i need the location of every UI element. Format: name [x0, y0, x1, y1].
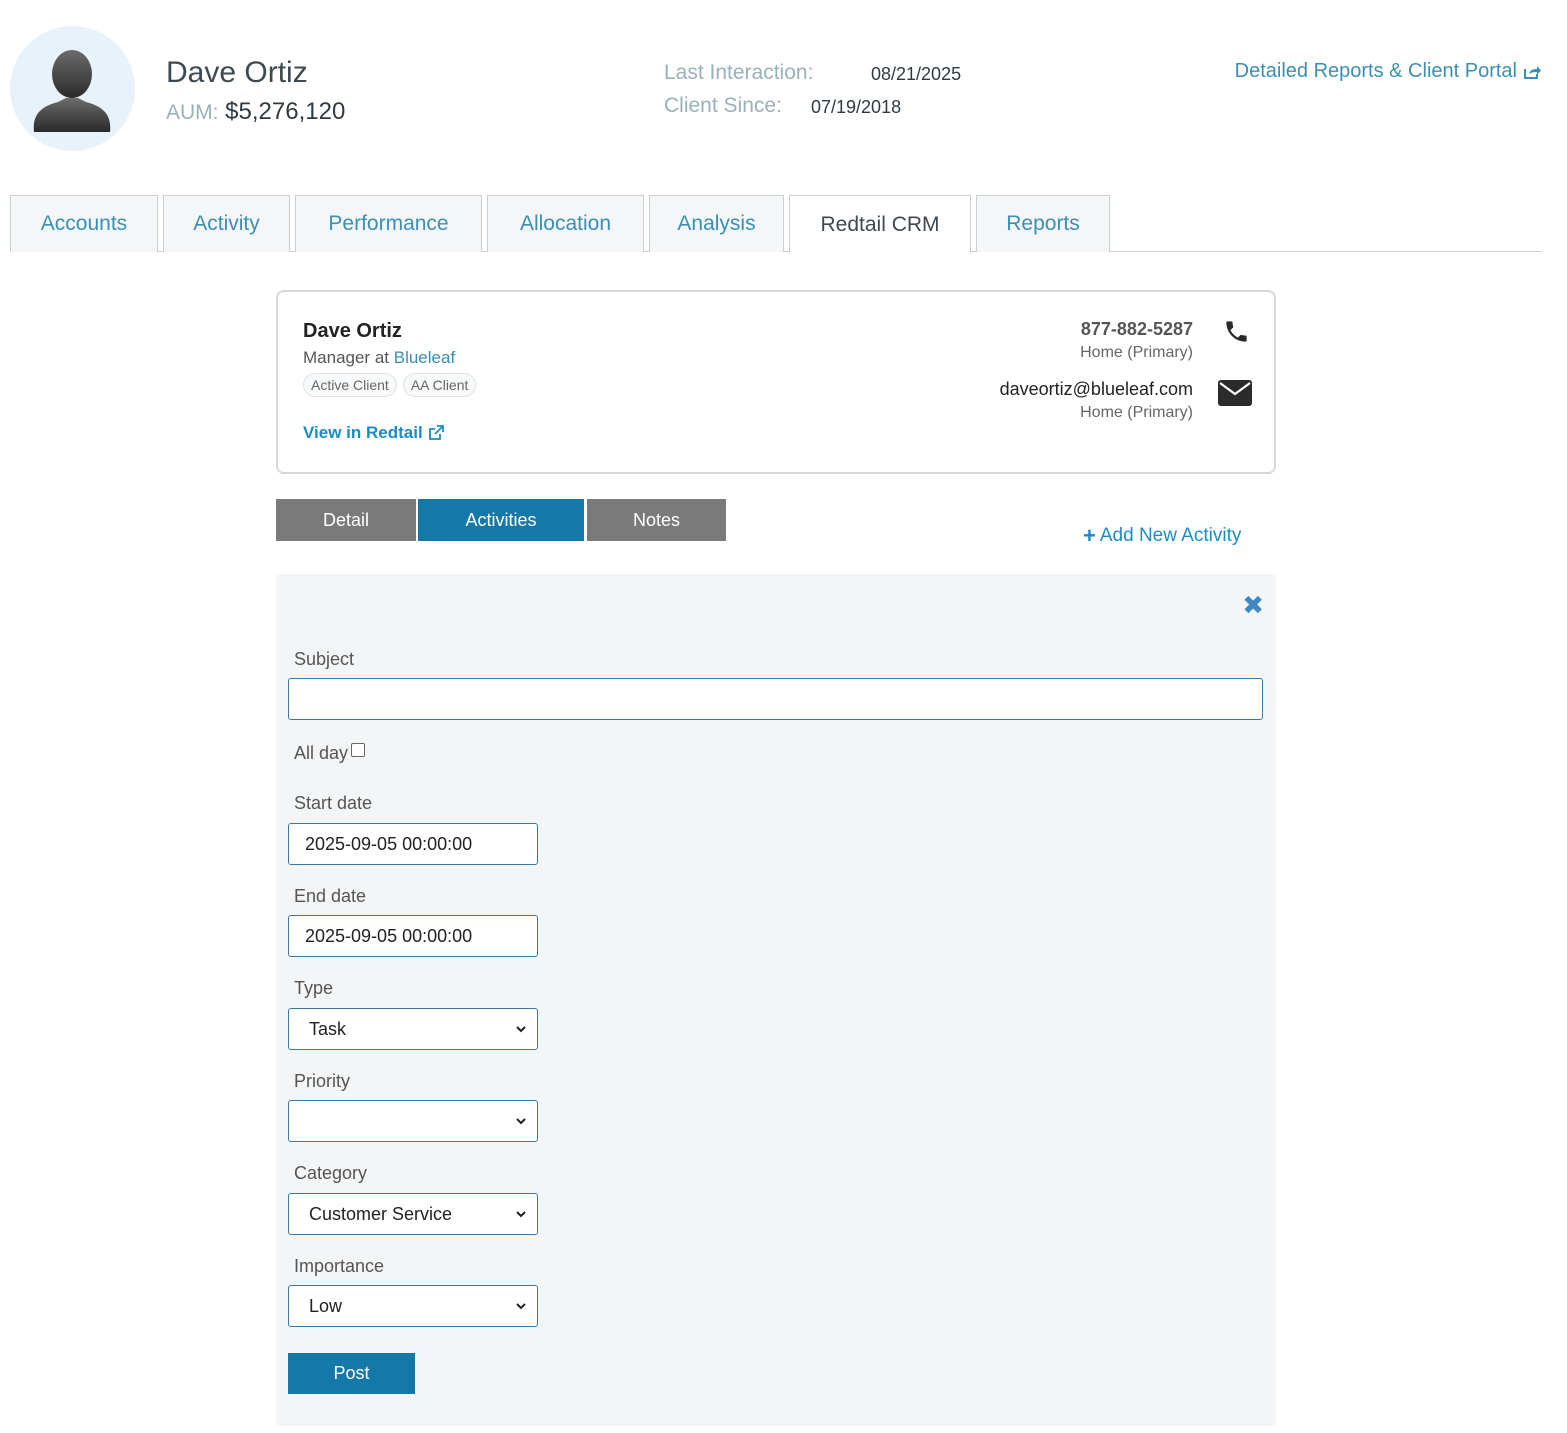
contact-card: Dave Ortiz Manager at Blueleaf Active Cl…: [276, 290, 1276, 474]
end-date-label: End date: [294, 886, 367, 906]
all-day-row: All day: [294, 743, 366, 764]
aum-value: $5,276,120: [225, 98, 346, 125]
portal-link-label: Detailed Reports & Client Portal: [1234, 60, 1517, 82]
view-in-redtail-link[interactable]: View in Redtail: [303, 423, 444, 443]
client-badges: Active Client AA Client: [303, 373, 477, 397]
subtab-detail[interactable]: Detail: [276, 499, 416, 541]
priority-label: Priority: [294, 1071, 351, 1091]
importance-value: Low: [309, 1295, 343, 1316]
main-tabs: Accounts Activity Performance Allocation…: [10, 195, 1542, 253]
type-value: Task: [309, 1018, 347, 1039]
chevron-down-icon: [516, 1026, 526, 1033]
importance-label: Importance: [294, 1256, 385, 1276]
all-day-label: All day: [294, 743, 349, 763]
client-name: Dave Ortiz: [166, 56, 308, 89]
phone-type: Home (Primary): [1080, 344, 1193, 361]
badge-active-client: Active Client: [303, 373, 397, 397]
client-avatar: [10, 26, 135, 151]
end-date-input[interactable]: 2025-09-05 00:00:00: [288, 915, 538, 957]
client-since-value: 07/19/2018: [811, 97, 902, 117]
tab-reports[interactable]: Reports: [976, 195, 1110, 252]
aum: AUM: $5,276,120: [166, 98, 345, 126]
start-date-label: Start date: [294, 793, 373, 813]
all-day-checkbox[interactable]: [351, 743, 366, 758]
contact-role: Manager at Blueleaf: [303, 348, 455, 368]
user-silhouette-icon: [33, 50, 111, 132]
subject-input[interactable]: [288, 678, 1263, 720]
subject-label: Subject: [294, 649, 355, 669]
last-interaction-value: 08/21/2025: [871, 64, 962, 84]
client-since-label: Client Since:: [664, 94, 782, 117]
subtab-activities[interactable]: Activities: [418, 499, 584, 541]
priority-select[interactable]: [288, 1100, 538, 1142]
add-new-activity-link[interactable]: + Add New Activity: [1083, 525, 1241, 547]
last-interaction: Last Interaction: 08/21/2025: [664, 61, 961, 85]
badge-aa-client: AA Client: [402, 373, 477, 397]
view-link-label: View in Redtail: [303, 423, 423, 442]
role-prefix: Manager at: [303, 348, 394, 367]
tab-activity[interactable]: Activity: [163, 195, 290, 252]
contact-phone[interactable]: 877-882-5287: [1081, 319, 1193, 340]
chevron-down-icon: [516, 1211, 526, 1218]
close-icon[interactable]: ✖: [1242, 592, 1264, 618]
last-interaction-label: Last Interaction:: [664, 61, 814, 84]
tab-analysis[interactable]: Analysis: [649, 195, 784, 252]
tab-redtail-crm[interactable]: Redtail CRM: [789, 195, 971, 253]
contact-name: Dave Ortiz: [303, 320, 402, 342]
start-date-input[interactable]: 2025-09-05 00:00:00: [288, 823, 538, 865]
tab-accounts[interactable]: Accounts: [10, 195, 158, 252]
chevron-down-icon: [516, 1303, 526, 1310]
envelope-icon[interactable]: [1218, 380, 1252, 406]
tab-allocation[interactable]: Allocation: [487, 195, 644, 252]
category-select[interactable]: Customer Service: [288, 1193, 538, 1235]
type-select[interactable]: Task: [288, 1008, 538, 1050]
external-link-icon: [428, 425, 444, 440]
type-label: Type: [294, 978, 334, 998]
subtab-notes[interactable]: Notes: [587, 499, 726, 541]
tab-performance[interactable]: Performance: [295, 195, 482, 252]
importance-select[interactable]: Low: [288, 1285, 538, 1327]
external-link-icon: [1524, 65, 1541, 79]
post-button[interactable]: Post: [288, 1353, 415, 1394]
aum-label: AUM:: [166, 101, 219, 124]
chevron-down-icon: [516, 1118, 526, 1125]
contact-email[interactable]: daveortiz@blueleaf.com: [1000, 379, 1193, 400]
add-activity-label: Add New Activity: [1099, 525, 1242, 546]
company-link[interactable]: Blueleaf: [394, 348, 455, 367]
email-type: Home (Primary): [1080, 404, 1193, 421]
plus-icon: +: [1083, 523, 1096, 548]
phone-icon[interactable]: [1223, 318, 1250, 345]
client-since: Client Since: 07/19/2018: [664, 94, 901, 118]
category-value: Customer Service: [309, 1203, 453, 1224]
detailed-reports-link[interactable]: Detailed Reports & Client Portal: [1235, 60, 1541, 83]
new-activity-form: ✖ Subject All day Start date 2025-09-05 …: [276, 574, 1276, 1426]
category-label: Category: [294, 1163, 368, 1183]
